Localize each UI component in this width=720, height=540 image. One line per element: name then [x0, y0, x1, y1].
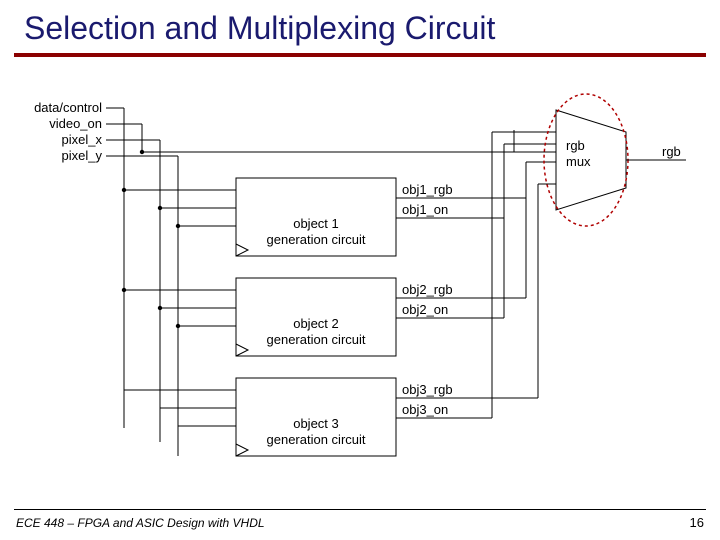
label-rgb-out: rgb: [662, 144, 681, 159]
label-obj2-on: obj2_on: [402, 302, 448, 317]
label-obj2-rgb: obj2_rgb: [402, 282, 453, 297]
diagram-canvas: data/control video_on pixel_x pixel_y ob…: [26, 80, 694, 480]
label-data-control: data/control: [34, 100, 102, 115]
label-pixel-x: pixel_x: [62, 132, 103, 147]
block-obj3-line2: generation circuit: [267, 432, 366, 447]
block-obj1-line2: generation circuit: [267, 232, 366, 247]
footer-page-number: 16: [690, 515, 704, 530]
label-obj1-rgb: obj1_rgb: [402, 182, 453, 197]
label-obj3-on: obj3_on: [402, 402, 448, 417]
mux-label-line2: mux: [566, 154, 591, 169]
page-title: Selection and Multiplexing Circuit: [0, 0, 720, 53]
label-obj1-on: obj1_on: [402, 202, 448, 217]
label-pixel-y: pixel_y: [62, 148, 103, 163]
footer-rule: [14, 509, 706, 510]
label-obj3-rgb: obj3_rgb: [402, 382, 453, 397]
block-obj1-line1: object 1: [293, 216, 339, 231]
block-obj2-line1: object 2: [293, 316, 339, 331]
title-underline: [14, 53, 706, 57]
block-obj2-line2: generation circuit: [267, 332, 366, 347]
label-video-on: video_on: [49, 116, 102, 131]
block-obj3-line1: object 3: [293, 416, 339, 431]
footer-course: ECE 448 – FPGA and ASIC Design with VHDL: [16, 516, 265, 530]
mux-label-line1: rgb: [566, 138, 585, 153]
